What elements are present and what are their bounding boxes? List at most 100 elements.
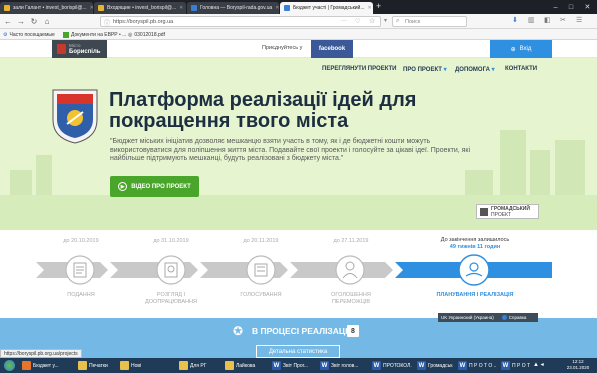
system-clock[interactable]: 12:12 23.01.2020 — [560, 359, 596, 371]
taskbar-item[interactable]: W ПРОТОКОЛ... — [370, 359, 412, 372]
browser-tab[interactable]: Головна — Boryspil-rada.gov.ua ✕ — [187, 2, 279, 14]
new-tab-button[interactable]: + — [376, 1, 381, 11]
close-tab-icon[interactable]: ✕ — [368, 5, 372, 11]
tab-label: Бюджет участі | Громадський... — [293, 5, 365, 11]
realization-label: В ПРОЦЕСІ РЕАЛІЗАЦІЇ — [252, 326, 350, 336]
realization-count: 8 — [347, 325, 359, 337]
menu-icon[interactable]: ☰ — [576, 16, 582, 24]
browser-tab[interactable]: Входящие • invest_borispil@... ✕ — [94, 2, 186, 14]
close-window-icon[interactable]: ✕ — [584, 3, 590, 11]
bookmark-label: Документи на ЕВРР • ... — [71, 31, 127, 38]
taskbar-item[interactable]: WП Р О Т О ... — [499, 359, 531, 372]
language-bar[interactable]: UK Украинский (Украина) Справка — [438, 313, 538, 322]
taskbar-item[interactable]: Печатки — [76, 359, 114, 372]
reload-icon[interactable]: ↻ — [29, 16, 39, 26]
help-text: Справка — [508, 315, 527, 320]
city-selector[interactable]: Місто Бориспіль — [52, 40, 107, 58]
word-document-icon: W — [417, 361, 426, 370]
menu-item-help[interactable]: ДОПОМОГА ▾ — [455, 66, 495, 73]
search-input[interactable]: ⌕ Поиск — [392, 16, 467, 27]
logo-text: ПРОЕКТ — [491, 211, 512, 218]
menu-item-about[interactable]: ПРО ПРОЕКТ ▾ — [403, 66, 447, 73]
close-tab-icon[interactable]: ✕ — [179, 5, 183, 11]
site-icon — [284, 5, 290, 11]
time-remaining: До закінчення залишилось 49 тижнів 11 го… — [420, 237, 530, 251]
tray-icons[interactable]: ▲ ◂ — [533, 361, 544, 368]
library-icon[interactable]: ▥ — [528, 16, 535, 24]
close-tab-icon[interactable]: ✕ — [90, 5, 93, 11]
mail-icon — [4, 5, 10, 11]
taskbar-item-label: ПРОТОКОЛ... — [383, 362, 412, 369]
taskbar-item[interactable]: WП Р О Т О ... — [456, 359, 496, 372]
app-icon — [179, 361, 188, 370]
sidebar-icon[interactable]: ◧ — [544, 16, 551, 24]
clock-date: 23.01.2020 — [566, 365, 590, 370]
logo-mark-icon — [480, 208, 488, 216]
app-icon — [22, 361, 31, 370]
status-bar-url: https://boryspil.pb.org.ua/projects — [0, 349, 82, 358]
taskbar-item-label: Лайкова — [236, 362, 256, 369]
search-icon: ⌕ — [396, 18, 400, 24]
bookmark-star-icon[interactable]: ☆ — [369, 17, 375, 25]
chevron-down-icon: ▾ — [443, 67, 447, 73]
taskbar-item[interactable]: W Звіт голов... — [318, 359, 366, 372]
page-title: Платформа реалізації ідей для покращення… — [109, 89, 417, 132]
timeline-date: до 20.10.2019 — [63, 238, 99, 244]
menu-label: ДОПОМОГА — [455, 67, 490, 73]
bookmark-item[interactable]: ⚙ Часто посещаемые — [3, 29, 55, 40]
login-label: Вхід — [519, 46, 532, 52]
app-icon — [78, 361, 87, 370]
back-icon[interactable]: ← — [3, 16, 13, 26]
video-button[interactable]: ▶ ВІДЕО ПРО ПРОЕКТ — [110, 176, 199, 197]
start-button[interactable] — [2, 358, 16, 373]
taskbar-item[interactable]: W Звіт Прог... — [270, 359, 315, 372]
taskbar-item-label: Печатки — [89, 362, 108, 369]
browser-tab-active[interactable]: Бюджет участі | Громадський... ✕ — [280, 2, 373, 14]
step-review: РОЗГЛЯД І ДООПРАЦЮВАННЯ — [145, 292, 197, 305]
gear-icon: ⚙ — [3, 31, 8, 38]
facebook-button[interactable]: facebook — [311, 40, 353, 58]
maximize-icon[interactable]: □ — [569, 4, 573, 11]
url-bar[interactable]: ⓘ https://boryspil.pb.org.ua ··· ♡ ☆ — [100, 16, 381, 27]
bookmark-item[interactable]: Документи на ЕВРР • ... — [63, 29, 126, 40]
taskbar-item[interactable]: WГромадськ... — [415, 359, 453, 372]
taskbar-item[interactable]: Нові — [118, 359, 174, 372]
taskbar-item[interactable]: Бюджет у... — [20, 359, 72, 372]
app-icon — [120, 361, 129, 370]
stats-button[interactable]: Детальна статистика — [256, 345, 340, 358]
close-tab-icon[interactable]: ✕ — [275, 5, 279, 11]
hero-description: "Бюджет міських ініціатив дозволяє мешка… — [110, 138, 471, 162]
more-icon[interactable]: ··· — [341, 18, 347, 24]
word-document-icon: W — [372, 361, 381, 370]
menu-item-projects[interactable]: ПЕРЕГЛЯНУТИ ПРОЕКТИ — [322, 66, 397, 72]
dropdown-icon[interactable]: ▾ — [384, 17, 387, 24]
pocket-icon[interactable]: ♡ — [355, 18, 360, 25]
login-button[interactable]: ⊕ Вхід — [490, 40, 552, 58]
browser-tab[interactable]: зали Галант • invest_borispil@... ✕ — [0, 2, 93, 14]
taskbar-item-label: Звіт Прог... — [283, 362, 309, 369]
join-text: Приєднуйтесь у — [262, 45, 303, 51]
taskbar-item-label: Для РГ — [190, 362, 207, 369]
doc-icon — [63, 31, 69, 38]
language-text: UK Украинский (Украина) — [441, 315, 494, 320]
minimize-icon[interactable]: – — [554, 4, 558, 11]
app-icon — [225, 361, 234, 370]
taskbar-item[interactable]: Для РГ — [177, 359, 219, 372]
screenshot-icon[interactable]: ✂ — [560, 16, 566, 24]
taskbar-item-label: Бюджет у... — [33, 362, 59, 369]
hromadskyi-proekt-logo[interactable]: ГРОМАДСЬКИЙ ПРОЕКТ — [476, 204, 539, 219]
taskbar-item[interactable]: Лайкова — [223, 359, 267, 372]
boryspil-coat-of-arms-logo — [52, 89, 98, 144]
timeline-date: до 27.11.2019 — [333, 238, 369, 244]
menu-item-contacts[interactable]: КОНТАКТИ — [505, 66, 537, 72]
home-icon[interactable]: ⌂ — [42, 16, 52, 26]
tab-label: зали Галант • invest_borispil@... — [13, 5, 87, 11]
download-icon[interactable]: ⬇ — [512, 16, 518, 24]
taskbar-item-label: Нові — [131, 362, 142, 369]
timeline-date: до 31.10.2019 — [153, 238, 189, 244]
forward-icon[interactable]: → — [16, 16, 26, 26]
bookmark-item[interactable]: ◎ 03012018.pdf — [128, 29, 165, 40]
taskbar-item-label: П Р О Т О ... — [469, 362, 496, 369]
login-icon: ⊕ — [510, 46, 516, 53]
word-document-icon: W — [320, 361, 329, 370]
